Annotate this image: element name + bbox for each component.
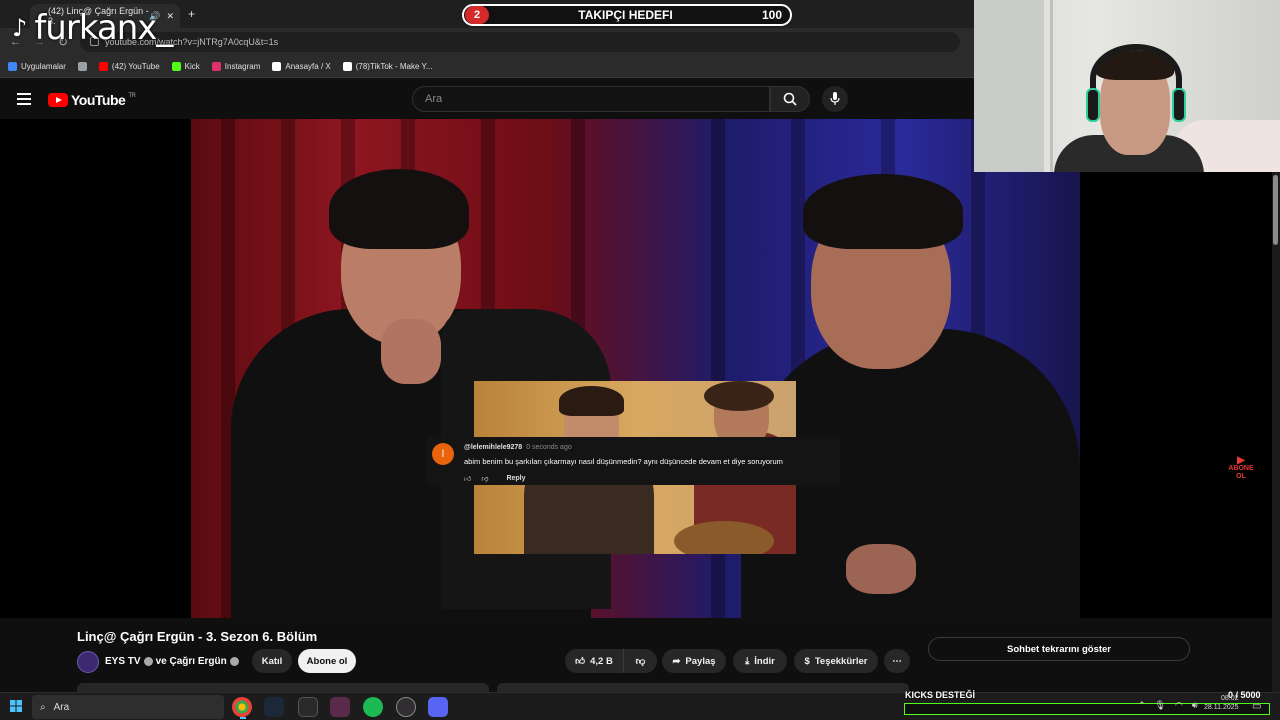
- discord-icon[interactable]: [428, 697, 448, 717]
- bookmark-grid[interactable]: [77, 62, 87, 71]
- comment-like-icon[interactable]: 👍︎: [464, 474, 471, 483]
- wifi-icon[interactable]: ◠: [1175, 700, 1183, 711]
- share-icon: ➦: [672, 655, 681, 667]
- comment-text: abim benim bu şarkıları çıkarmayı nasıl …: [464, 457, 783, 466]
- apps-grid-icon: [8, 62, 17, 71]
- scrollbar-track[interactable]: [1272, 172, 1280, 692]
- grid-icon: [77, 62, 87, 71]
- windows-start-icon[interactable]: [10, 700, 22, 712]
- streamer-brand: ♪ furkanx_: [12, 8, 173, 48]
- verified-icon: [229, 657, 239, 666]
- kick-icon: [171, 62, 181, 71]
- chevron-up-icon[interactable]: ⌃: [1138, 700, 1146, 711]
- share-button[interactable]: ➦ Paylaş: [662, 649, 726, 673]
- microphone-icon: [830, 92, 840, 105]
- comment-dislike-icon[interactable]: 👎︎: [481, 474, 488, 483]
- bookmark-tiktok[interactable]: (78)TikTok - Make Y...: [342, 62, 432, 71]
- volume-icon[interactable]: 🔊︎: [1192, 700, 1198, 711]
- x-icon: [272, 62, 282, 71]
- search-icon: [783, 92, 797, 106]
- channel-avatar[interactable]: [77, 651, 99, 673]
- search-button[interactable]: [770, 86, 810, 112]
- tiktok-logo-icon: ♪: [12, 14, 27, 42]
- follower-goal-bar: 2 TAKIPÇI HEDEFI 100: [462, 4, 792, 26]
- video-title: Linç@ Çağrı Ergün - 3. Sezon 6. Bölüm: [77, 629, 318, 644]
- kicks-goal-label: KICKS DESTEĞİ: [905, 690, 976, 700]
- goal-target: 100: [761, 8, 782, 22]
- super-thanks-icon: $: [804, 655, 810, 667]
- thumbs-up-icon: 👍︎: [575, 656, 586, 667]
- bookmark-youtube[interactable]: (42) YouTube: [98, 62, 160, 71]
- goal-current: 2: [465, 6, 489, 24]
- epic-games-icon[interactable]: [298, 697, 318, 717]
- download-icon: ⤓: [745, 655, 750, 667]
- thanks-button[interactable]: $ Teşekkürler: [794, 649, 878, 673]
- scrollbar-thumb[interactable]: [1273, 175, 1278, 245]
- notification-icon[interactable]: ▭: [1252, 701, 1261, 712]
- thumbs-down-icon: 👎︎: [635, 656, 646, 667]
- search-input[interactable]: Ara: [412, 86, 770, 112]
- play-icon: ▶: [1237, 455, 1245, 466]
- more-actions-button[interactable]: ⋯: [884, 649, 910, 673]
- join-button[interactable]: Katıl: [252, 649, 292, 673]
- bookmark-x[interactable]: Anasayfa / X: [272, 62, 331, 71]
- search-icon: ⌕: [40, 701, 46, 713]
- subscribe-watermark[interactable]: ▶ ABONE OL: [1226, 455, 1256, 485]
- system-clock[interactable]: 08:02 28.11.2025: [1204, 694, 1239, 712]
- new-tab-button[interactable]: +: [188, 7, 195, 21]
- instagram-icon: [211, 62, 221, 71]
- webcam-overlay: [974, 0, 1280, 172]
- voice-search-button[interactable]: [822, 86, 848, 112]
- bookmarks-bar: Uygulamalar (42) YouTube Kick Instagram …: [0, 56, 974, 78]
- app-icon[interactable]: [330, 697, 350, 717]
- clock-date: 28.11.2025: [1204, 704, 1239, 711]
- comment-username: @lelemihlele9278: [464, 444, 523, 451]
- hamburger-menu-icon[interactable]: [17, 93, 31, 105]
- goal-label: TAKIPÇI HEDEFI: [578, 8, 673, 22]
- microphone-icon[interactable]: 🎙︎: [1155, 700, 1166, 711]
- comment-avatar: l: [432, 443, 454, 465]
- dislike-button[interactable]: 👎︎: [623, 649, 657, 673]
- steam-icon[interactable]: [264, 697, 284, 717]
- comment-time: 0 seconds ago: [526, 444, 572, 451]
- active-app-indicator: [240, 717, 246, 719]
- headset: [1090, 44, 1182, 114]
- like-button[interactable]: 👍︎ 4,2 B: [565, 649, 623, 673]
- bookmark-kick[interactable]: Kick: [171, 62, 200, 71]
- channel-name[interactable]: EYS TV ve Çağrı Ergün: [105, 656, 239, 667]
- obs-icon[interactable]: [396, 697, 416, 717]
- comment-header: @lelemihlele9278 0 seconds ago: [464, 444, 572, 451]
- video-player[interactable]: [0, 119, 1280, 618]
- youtube-icon: [98, 62, 108, 71]
- comment-actions: 👍︎ 👎︎ Reply: [464, 474, 526, 483]
- clock-time: 08:02: [1220, 695, 1239, 702]
- chrome-icon[interactable]: [232, 697, 252, 717]
- taskbar-search[interactable]: ⌕ Ara: [32, 695, 224, 719]
- tiktok-icon: [342, 62, 352, 71]
- spotify-icon[interactable]: [363, 697, 383, 717]
- youtube-play-icon: [48, 93, 68, 107]
- more-icon: ⋯: [892, 655, 902, 667]
- subscribe-button[interactable]: Abone ol: [298, 649, 356, 673]
- bookmark-apps[interactable]: Uygulamalar: [8, 62, 66, 71]
- comment-reply-button[interactable]: Reply: [506, 475, 525, 482]
- bookmark-instagram[interactable]: Instagram: [211, 62, 260, 71]
- show-chat-replay-button[interactable]: Sohbet tekrarını göster: [928, 637, 1190, 661]
- verified-icon: [143, 657, 153, 666]
- download-button[interactable]: ⤓ İndir: [733, 649, 787, 673]
- system-tray: ⌃ 🎙︎ ◠ 🔊︎: [1138, 700, 1198, 711]
- youtube-logo[interactable]: YouTube TR: [48, 92, 136, 108]
